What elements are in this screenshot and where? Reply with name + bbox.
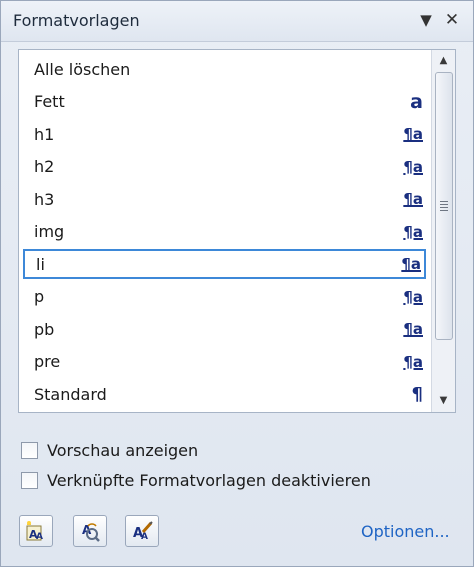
options-link[interactable]: Optionen... [361, 522, 450, 541]
pane-menu-button[interactable]: ▼ [415, 9, 437, 31]
linked-style-icon: ¶a [403, 352, 423, 371]
preview-label: Vorschau anzeigen [47, 441, 199, 460]
paragraph-style-icon: ¶ [411, 383, 423, 405]
dropdown-arrow-icon: ▼ [420, 11, 432, 29]
styles-pane: Formatvorlagen ▼ ✕ Alle löschen Fett a h1 ¶a… [0, 0, 474, 567]
linked-style-icon: ¶a [401, 255, 421, 273]
style-item[interactable]: h1 ¶a [23, 119, 426, 149]
svg-text:A: A [36, 532, 43, 542]
vertical-scrollbar[interactable]: ▲ ▼ [431, 50, 455, 412]
new-style-icon: A A [26, 521, 43, 542]
style-item-label: h1 [34, 124, 55, 144]
scroll-up-button[interactable]: ▲ [432, 52, 455, 70]
style-item-label: h3 [34, 189, 55, 209]
style-item-label: img [34, 222, 65, 241]
scroll-down-button[interactable]: ▼ [432, 392, 455, 410]
style-item[interactable]: pb ¶a [23, 314, 426, 344]
disable-linked-label: Verknüpfte Formatvorlagen deaktivieren [47, 471, 371, 490]
pane-close-button[interactable]: ✕ [441, 9, 463, 31]
style-item[interactable]: pre ¶a [23, 347, 426, 377]
linked-style-icon: ¶a [403, 222, 423, 241]
style-item[interactable]: h2 ¶a [23, 152, 426, 182]
style-item-label: Alle löschen [34, 59, 131, 79]
close-icon: ✕ [444, 10, 460, 30]
character-style-icon: a [410, 90, 423, 113]
style-item-label: li [36, 254, 45, 274]
style-item-label: p [34, 287, 45, 306]
style-item[interactable]: p ¶a [23, 282, 426, 312]
linked-style-icon: ¶a [403, 190, 423, 208]
style-item[interactable]: Alle löschen [23, 54, 426, 84]
grip-icon [440, 201, 448, 211]
style-item[interactable]: li ¶a [23, 249, 426, 279]
linked-style-icon: ¶a [403, 125, 423, 143]
new-style-button[interactable]: A A [19, 515, 53, 547]
style-item-label: Standard [34, 384, 107, 404]
style-inspector-button[interactable]: A [73, 515, 107, 547]
style-item-label: pre [34, 352, 61, 371]
svg-text:A: A [141, 532, 148, 542]
pane-titlebar: Formatvorlagen ▼ ✕ [1, 1, 473, 42]
linked-style-icon: ¶a [403, 320, 423, 338]
style-item-label: Fett [34, 92, 65, 111]
style-item[interactable]: Fett a [23, 87, 426, 117]
arrow-down-icon: ▼ [439, 395, 448, 406]
preview-checkbox-row[interactable]: Vorschau anzeigen [21, 441, 198, 460]
scroll-thumb[interactable] [435, 72, 453, 340]
disable-linked-checkbox[interactable] [21, 472, 38, 489]
styles-list[interactable]: Alle löschen Fett a h1 ¶a h2 ¶a h3 ¶a img ¶a li ¶a p ¶… [18, 49, 456, 413]
styles-list-rows: Alle löschen Fett a h1 ¶a h2 ¶a h3 ¶a img ¶a li ¶a p ¶… [19, 50, 431, 412]
linked-style-icon: ¶a [403, 157, 423, 176]
style-item-label: pb [34, 319, 55, 339]
style-item-label: h2 [34, 157, 55, 176]
linked-style-icon: ¶a [403, 287, 423, 306]
pane-title: Formatvorlagen [13, 11, 140, 30]
manage-styles-icon: A A [133, 521, 153, 542]
arrow-up-icon: ▲ [439, 55, 448, 66]
style-inspector-icon: A [82, 523, 100, 542]
disable-linked-checkbox-row[interactable]: Verknüpfte Formatvorlagen deaktivieren [21, 471, 371, 490]
style-item[interactable]: Standard ¶ [23, 379, 426, 409]
manage-styles-button[interactable]: A A [125, 515, 159, 547]
style-item[interactable]: h3 ¶a [23, 184, 426, 214]
preview-checkbox[interactable] [21, 442, 38, 459]
style-item[interactable]: img ¶a [23, 217, 426, 247]
